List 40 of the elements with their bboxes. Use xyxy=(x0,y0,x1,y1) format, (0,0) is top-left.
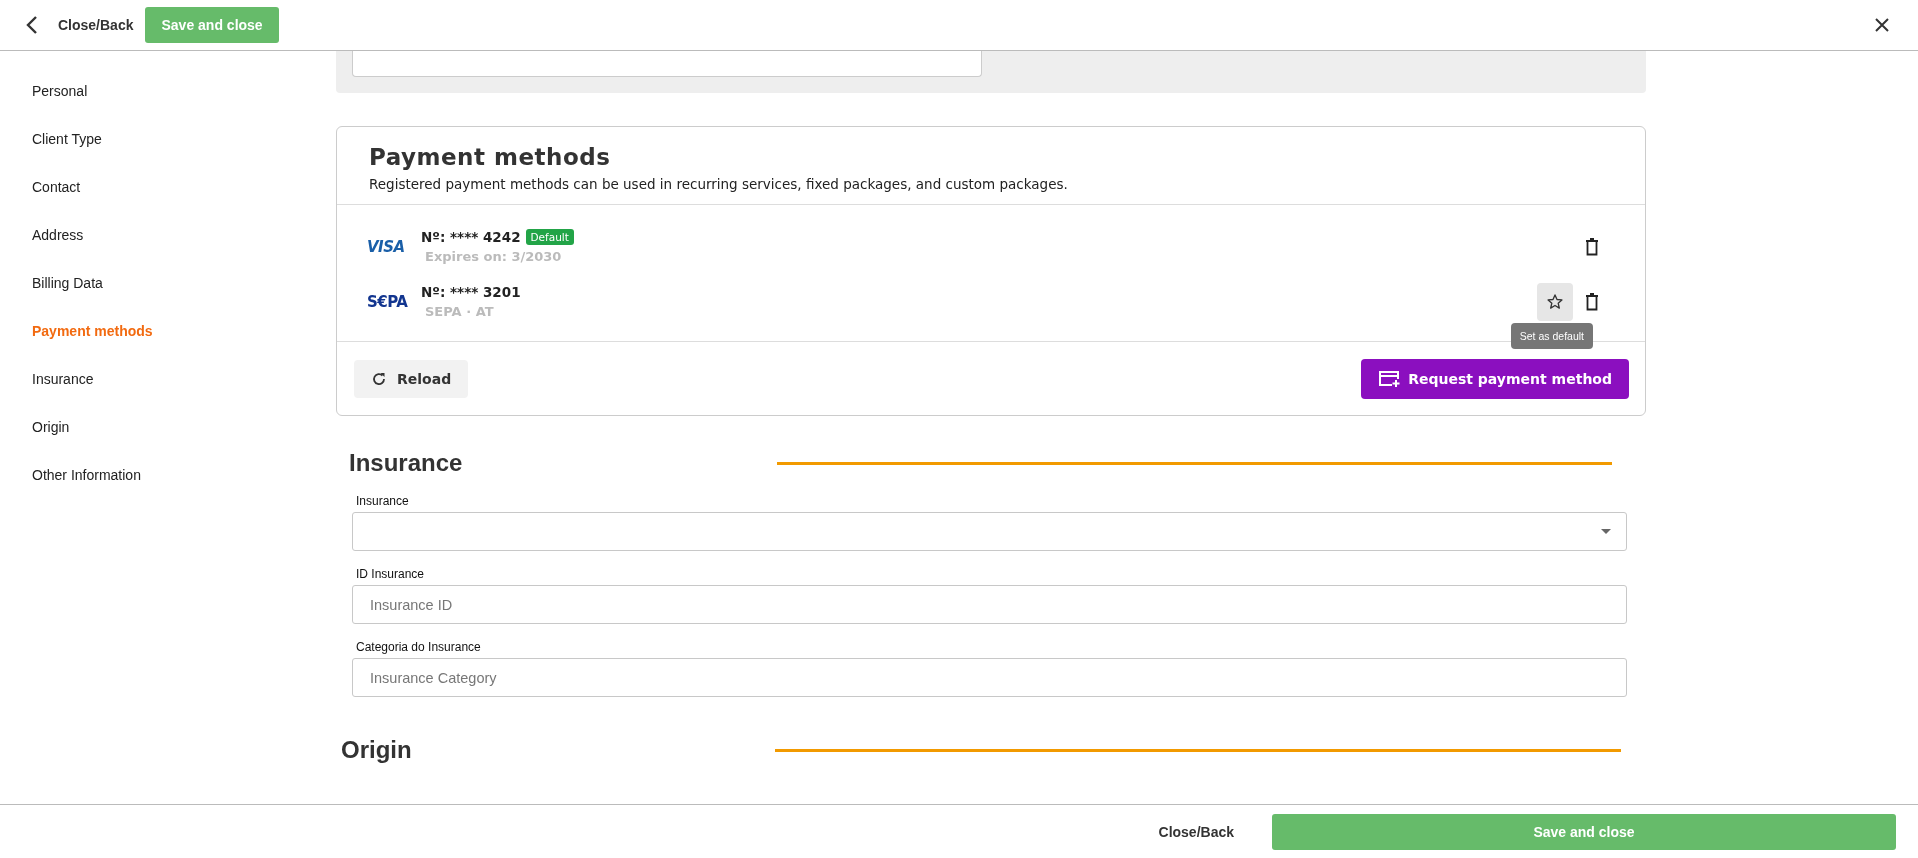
input-field[interactable]: Insurance ID xyxy=(352,585,1627,624)
select-field[interactable] xyxy=(352,512,1627,551)
star-icon xyxy=(1545,291,1565,312)
sidebar-item[interactable]: Personal xyxy=(0,74,336,122)
field-label: Insurance xyxy=(355,494,410,508)
sidebar-item[interactable]: Client Type xyxy=(0,122,336,170)
card-number: Nº: **** 3201 xyxy=(421,284,521,300)
sidebar-item[interactable]: Contact xyxy=(0,170,336,218)
sidebar-item[interactable]: Origin xyxy=(0,410,336,458)
input-field[interactable] xyxy=(352,51,982,77)
trash-icon[interactable] xyxy=(1585,292,1599,311)
back-button[interactable]: Close/Back xyxy=(26,15,134,35)
card-detail: Expires on: 3/2030 xyxy=(425,249,563,264)
set-default-button[interactable] xyxy=(1537,282,1573,321)
card-title: Payment methods xyxy=(369,144,612,170)
card-detail: SEPA · AT xyxy=(425,304,495,319)
default-badge: Default xyxy=(525,229,574,245)
field-label: Categoria do Insurance xyxy=(355,640,482,654)
section-title: Origin xyxy=(341,736,412,764)
input-field[interactable]: Insurance Category xyxy=(352,658,1627,697)
card-brand-logo: VISA xyxy=(367,237,406,256)
sidebar-item[interactable]: Billing Data xyxy=(0,266,336,314)
dropdown-arrow-icon xyxy=(1601,529,1611,534)
trash-icon[interactable] xyxy=(1585,237,1599,256)
field-label: ID Insurance xyxy=(355,567,426,581)
sidebar-item[interactable]: Insurance xyxy=(0,362,336,410)
section-title: Insurance xyxy=(349,449,463,477)
sidebar-item[interactable]: Other Information xyxy=(0,458,336,506)
request-payment-method-button[interactable]: Request payment method xyxy=(1361,359,1629,399)
tooltip: Set as default xyxy=(1510,322,1593,349)
reload-icon xyxy=(371,371,387,387)
card-brand-logo: S€PA xyxy=(367,292,409,311)
card-number: Nº: **** 4242 xyxy=(421,229,521,245)
card-plus-icon xyxy=(1378,370,1401,388)
close-icon[interactable] xyxy=(1874,17,1890,33)
chevron-left-icon xyxy=(26,15,38,35)
sidebar-item[interactable]: Address xyxy=(0,218,336,266)
close-back-button[interactable]: Close/Back xyxy=(1152,822,1240,841)
reload-button[interactable]: Reload xyxy=(354,360,469,398)
card-description: Registered payment methods can be used in recurring services, fixed packages, and custom packages. xyxy=(369,176,1069,192)
